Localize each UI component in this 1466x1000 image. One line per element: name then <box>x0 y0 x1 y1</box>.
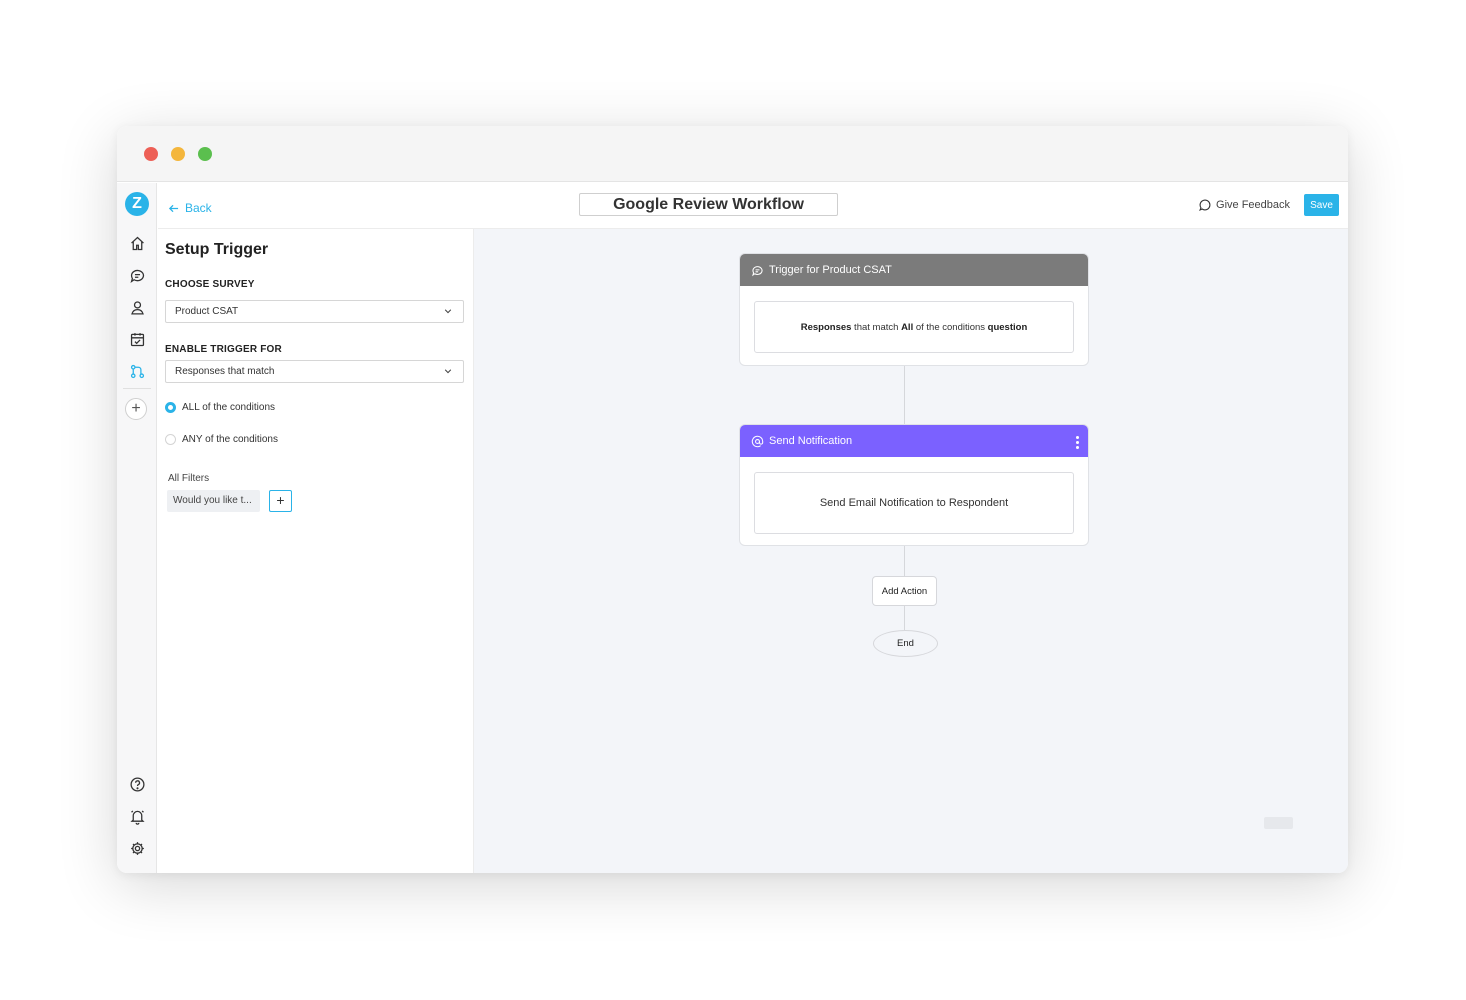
chat-icon <box>752 265 763 276</box>
calendar-check-icon[interactable] <box>127 329 147 349</box>
radio-unselected-indicator <box>165 434 176 445</box>
add-filter-button[interactable]: + <box>269 490 292 512</box>
rail-divider <box>123 388 151 389</box>
more-options-icon[interactable] <box>1076 436 1079 451</box>
trigger-node-title: Trigger for Product CSAT <box>769 264 892 276</box>
trigger-condition-summary[interactable]: Responses that match All of the conditio… <box>754 301 1074 353</box>
all-filters-label: All Filters <box>168 473 210 484</box>
workflow-title-input[interactable]: Google Review Workflow <box>579 193 838 216</box>
arrow-left-icon <box>168 204 179 212</box>
setup-trigger-panel: Setup Trigger CHOOSE SURVEY Product CSAT… <box>158 229 474 873</box>
filter-chip[interactable]: Would you like t... <box>167 490 260 512</box>
canvas-zoom-control[interactable] <box>1264 817 1293 829</box>
survey-select-value: Product CSAT <box>175 306 239 317</box>
help-icon[interactable] <box>127 774 147 794</box>
chevron-down-icon <box>444 309 452 314</box>
panel-title: Setup Trigger <box>165 241 269 258</box>
end-node: End <box>873 630 938 657</box>
trigger-select[interactable]: Responses that match <box>165 360 464 383</box>
back-button[interactable]: Back <box>168 201 212 215</box>
survey-select[interactable]: Product CSAT <box>165 300 464 323</box>
trigger-condition-text: Responses that match All of the conditio… <box>800 321 1028 333</box>
trigger-node[interactable]: Trigger for Product CSAT Responses that … <box>739 253 1089 366</box>
give-feedback-label: Give Feedback <box>1216 199 1290 211</box>
save-button[interactable]: Save <box>1304 194 1339 216</box>
radio-all-conditions[interactable]: ALL of the conditions <box>165 402 275 413</box>
chat-icon[interactable] <box>127 265 147 285</box>
radio-selected-indicator <box>165 402 176 413</box>
app-logo[interactable]: Z <box>125 192 149 216</box>
close-window-button[interactable] <box>144 147 158 161</box>
workflow-header: Back Google Review Workflow Give Feedbac… <box>158 183 1348 229</box>
radio-all-label: ALL of the conditions <box>182 402 276 413</box>
add-action-button[interactable]: Add Action <box>872 576 937 606</box>
feedback-chat-icon <box>1199 199 1211 211</box>
workflow-icon[interactable] <box>127 361 147 381</box>
trigger-select-value: Responses that match <box>175 366 275 377</box>
radio-any-conditions[interactable]: ANY of the conditions <box>165 434 278 445</box>
minimize-window-button[interactable] <box>171 147 185 161</box>
user-icon[interactable] <box>127 297 147 317</box>
window-titlebar <box>117 126 1348 182</box>
connector-line <box>904 606 905 630</box>
send-notification-node[interactable]: Send Notification Send Email Notificatio… <box>739 424 1089 546</box>
radio-any-label: ANY of the conditions <box>182 434 278 445</box>
workflow-canvas[interactable]: Trigger for Product CSAT Responses that … <box>474 229 1348 873</box>
bell-icon[interactable] <box>127 806 147 826</box>
maximize-window-button[interactable] <box>198 147 212 161</box>
trigger-node-header: Trigger for Product CSAT <box>740 254 1088 286</box>
back-label: Back <box>185 201 212 215</box>
enable-trigger-label: ENABLE TRIGGER FOR <box>165 344 282 355</box>
notification-node-header: Send Notification <box>740 425 1088 457</box>
home-icon[interactable] <box>127 233 147 253</box>
choose-survey-label: CHOOSE SURVEY <box>165 279 255 290</box>
settings-icon[interactable] <box>127 838 147 858</box>
chevron-down-icon <box>444 369 452 374</box>
connector-line <box>904 546 905 576</box>
left-icon-rail: Z + <box>117 183 157 873</box>
plus-icon[interactable]: + <box>125 398 147 420</box>
app-window: Z + Back Google Review Workflow Give Fee… <box>117 126 1348 873</box>
give-feedback-button[interactable]: Give Feedback <box>1198 198 1290 212</box>
at-sign-icon <box>751 435 764 447</box>
notification-node-title: Send Notification <box>769 435 853 447</box>
notification-summary[interactable]: Send Email Notification to Respondent <box>754 472 1074 534</box>
connector-line <box>904 366 905 424</box>
